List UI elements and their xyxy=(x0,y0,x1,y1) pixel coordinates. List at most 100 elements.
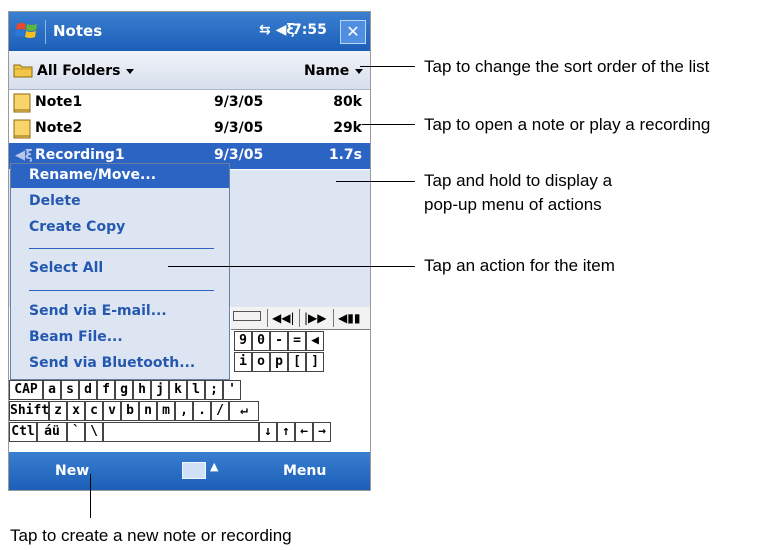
callout-new: Tap to create a new note or recording xyxy=(10,526,292,545)
menu-item-label: Send via Bluetooth... xyxy=(29,355,196,371)
clock[interactable]: 7:55 xyxy=(292,22,327,38)
item-size: 29k xyxy=(333,120,362,136)
key[interactable]: / xyxy=(211,401,229,421)
sort-name: Name xyxy=(304,63,350,79)
key[interactable]: b xyxy=(121,401,139,421)
skip-back-icon[interactable]: ◀◀| xyxy=(267,309,299,327)
start-menu-icon[interactable] xyxy=(15,20,39,42)
key[interactable]: z xyxy=(49,401,67,421)
menu-item-label: Send via E-mail... xyxy=(29,303,167,319)
folder-bar: All Folders Name xyxy=(9,51,370,90)
key[interactable]: v xyxy=(103,401,121,421)
chevron-down-icon xyxy=(126,68,135,74)
key[interactable]: k xyxy=(169,380,187,400)
menu-item-send-bluetooth[interactable]: Send via Bluetooth... xyxy=(11,352,229,376)
key[interactable]: ' xyxy=(223,380,241,400)
key[interactable]: g xyxy=(115,380,133,400)
key[interactable]: n xyxy=(139,401,157,421)
key[interactable]: , xyxy=(175,401,193,421)
key[interactable]: x xyxy=(67,401,85,421)
keyboard-row-5: Ctl áü ` \ ↓ ↑ ← → xyxy=(9,422,370,443)
keyboard-row-3: CAP a s d f g h j k l ; ' xyxy=(9,380,370,401)
callout-line xyxy=(168,266,415,267)
key[interactable]: [ xyxy=(288,352,306,372)
list-item[interactable]: Note1 9/3/05 80k xyxy=(9,90,370,116)
arrow-down-key[interactable]: ↓ xyxy=(259,422,277,442)
chevron-up-icon[interactable]: ▲ xyxy=(210,460,218,473)
key[interactable]: ` xyxy=(67,422,85,442)
close-button[interactable]: ✕ xyxy=(340,20,366,44)
key[interactable]: i xyxy=(234,352,252,372)
key[interactable]: s xyxy=(61,380,79,400)
key[interactable]: o xyxy=(252,352,270,372)
arrow-left-key[interactable]: ← xyxy=(295,422,313,442)
key[interactable]: - xyxy=(270,331,288,351)
callout-line xyxy=(362,124,415,125)
accents-key[interactable]: áü xyxy=(37,422,67,442)
title-bar: Notes ⇆ ◀ξ 7:55 ✕ xyxy=(9,12,370,51)
callout-action: Tap an action for the item xyxy=(424,256,615,275)
key[interactable]: = xyxy=(288,331,306,351)
menu-item-label: Rename/Move... xyxy=(29,167,157,183)
key[interactable]: h xyxy=(133,380,151,400)
item-name: Recording1 xyxy=(35,147,125,163)
ctrl-key[interactable]: Ctl xyxy=(9,422,37,442)
menu-item-beam-file[interactable]: Beam File... xyxy=(11,326,229,350)
folder-name: All Folders xyxy=(37,63,121,79)
list-item[interactable]: Note2 9/3/05 29k xyxy=(9,116,370,142)
connectivity-speaker-icon[interactable]: ⇆ ◀ξ xyxy=(259,22,295,38)
key[interactable]: ; xyxy=(205,380,223,400)
key[interactable]: p xyxy=(270,352,288,372)
key[interactable]: m xyxy=(157,401,175,421)
callout-hold-line1: Tap and hold to display a xyxy=(424,171,613,190)
backspace-key[interactable]: ◀ xyxy=(306,331,324,351)
app-title: Notes xyxy=(53,22,103,40)
volume-icon[interactable]: ◀▮▮ xyxy=(333,309,364,327)
recording-icon: ◀ξ xyxy=(15,148,33,163)
space-key[interactable] xyxy=(103,422,259,442)
key[interactable]: c xyxy=(85,401,103,421)
key[interactable]: l xyxy=(187,380,205,400)
arrow-right-key[interactable]: → xyxy=(313,422,331,442)
sort-selector[interactable]: Name xyxy=(304,63,364,79)
folder-selector[interactable]: All Folders xyxy=(37,63,135,79)
chevron-down-icon xyxy=(355,68,364,74)
menu-item-select-all[interactable]: Select All xyxy=(11,257,229,281)
item-name: Note2 xyxy=(35,120,83,136)
menu-item-create-copy[interactable]: Create Copy xyxy=(11,216,229,240)
menu-item-send-email[interactable]: Send via E-mail... xyxy=(11,300,229,324)
skip-forward-icon[interactable]: |▶▶ xyxy=(299,309,331,327)
enter-key[interactable]: ↵ xyxy=(229,401,259,421)
key[interactable]: 9 xyxy=(234,331,252,351)
item-name: Note1 xyxy=(35,94,83,110)
callout-hold-line2: pop-up menu of actions xyxy=(424,195,602,214)
record-field xyxy=(233,311,261,321)
callout-line xyxy=(336,181,415,182)
key[interactable]: j xyxy=(151,380,169,400)
key[interactable]: a xyxy=(43,380,61,400)
item-size: 80k xyxy=(333,94,362,110)
key[interactable]: 0 xyxy=(252,331,270,351)
key[interactable]: \ xyxy=(85,422,103,442)
pocket-pc-screen: Notes ⇆ ◀ξ 7:55 ✕ All Folders Name Note1… xyxy=(8,11,371,491)
menu-button[interactable]: Menu xyxy=(283,463,326,479)
item-date: 9/3/05 xyxy=(214,147,264,163)
menu-item-rename[interactable]: Rename/Move... xyxy=(11,164,229,188)
menu-divider xyxy=(29,248,214,249)
key[interactable]: d xyxy=(79,380,97,400)
callout-line xyxy=(360,66,415,67)
recording-toolbar: ◀◀| |▶▶ ◀▮▮ xyxy=(231,307,370,330)
key[interactable]: f xyxy=(97,380,115,400)
title-separator xyxy=(45,20,46,44)
shift-key[interactable]: Shift xyxy=(9,401,49,421)
menu-item-delete[interactable]: Delete xyxy=(11,190,229,214)
arrow-up-key[interactable]: ↑ xyxy=(277,422,295,442)
key[interactable]: ] xyxy=(306,352,324,372)
callout-sort: Tap to change the sort order of the list xyxy=(424,57,710,76)
new-button[interactable]: New xyxy=(55,463,89,479)
keyboard-icon[interactable] xyxy=(182,462,206,479)
keyboard-row-4: Shift z x c v b n m , . / ↵ xyxy=(9,401,370,422)
caps-key[interactable]: CAP xyxy=(9,380,43,400)
item-date: 9/3/05 xyxy=(214,94,264,110)
key[interactable]: . xyxy=(193,401,211,421)
